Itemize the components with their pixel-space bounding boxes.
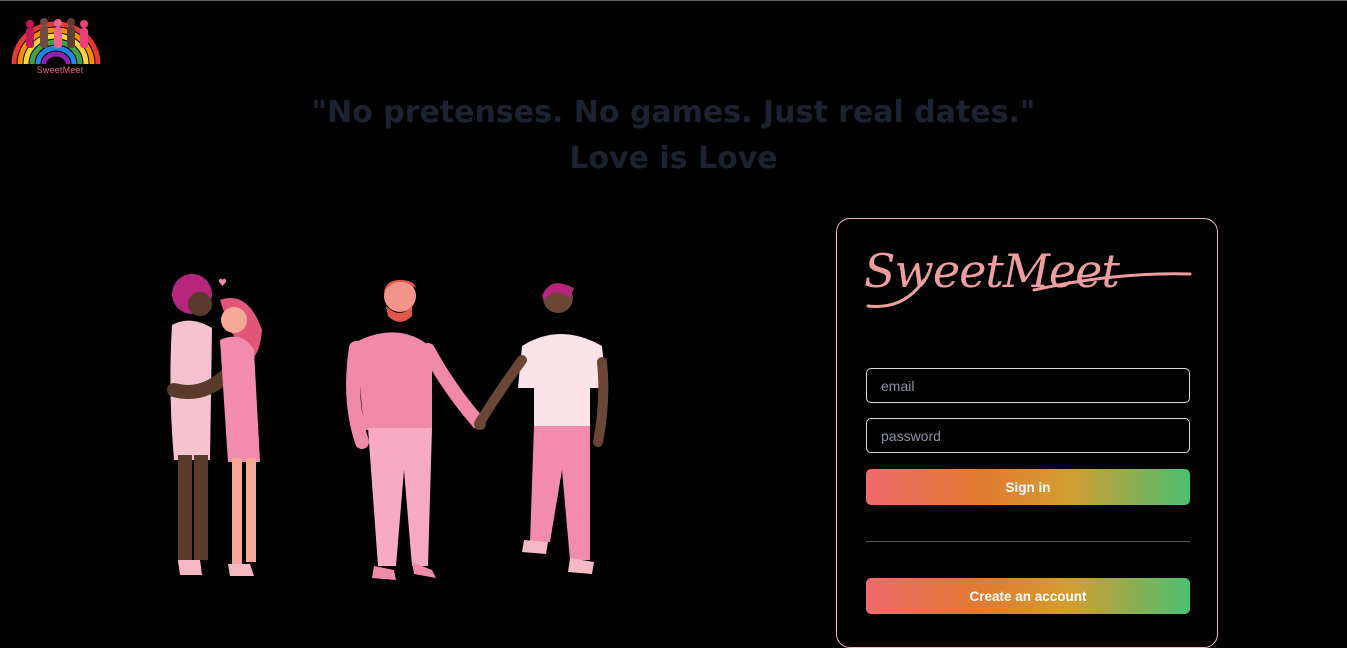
rainbow-people-logo-icon: [11, 18, 101, 65]
couples-illustration-icon: ♥: [167, 274, 609, 580]
hero-tagline: "No pretenses. No games. Just real dates…: [0, 90, 1347, 182]
tagline-quote: "No pretenses. No games. Just real dates…: [311, 95, 1036, 130]
app-logo[interactable]: SweetMeet: [10, 14, 102, 78]
men-couple: [346, 280, 609, 580]
couples-illustration: ♥: [150, 270, 630, 590]
top-border: [0, 0, 1347, 1]
logo-text: SweetMeet: [36, 65, 84, 75]
email-input[interactable]: [866, 368, 1190, 403]
create-account-button[interactable]: Create an account: [866, 578, 1190, 614]
women-couple: ♥: [167, 274, 262, 576]
sign-in-button[interactable]: Sign in: [866, 469, 1190, 505]
brand-script-logo: SweetMeet: [864, 240, 1194, 320]
svg-text:♥: ♥: [218, 278, 227, 289]
divider: [866, 541, 1190, 542]
password-input[interactable]: [866, 418, 1190, 453]
tagline-subtitle: Love is Love: [569, 141, 778, 176]
brand-script-text: SweetMeet: [864, 244, 1120, 298]
